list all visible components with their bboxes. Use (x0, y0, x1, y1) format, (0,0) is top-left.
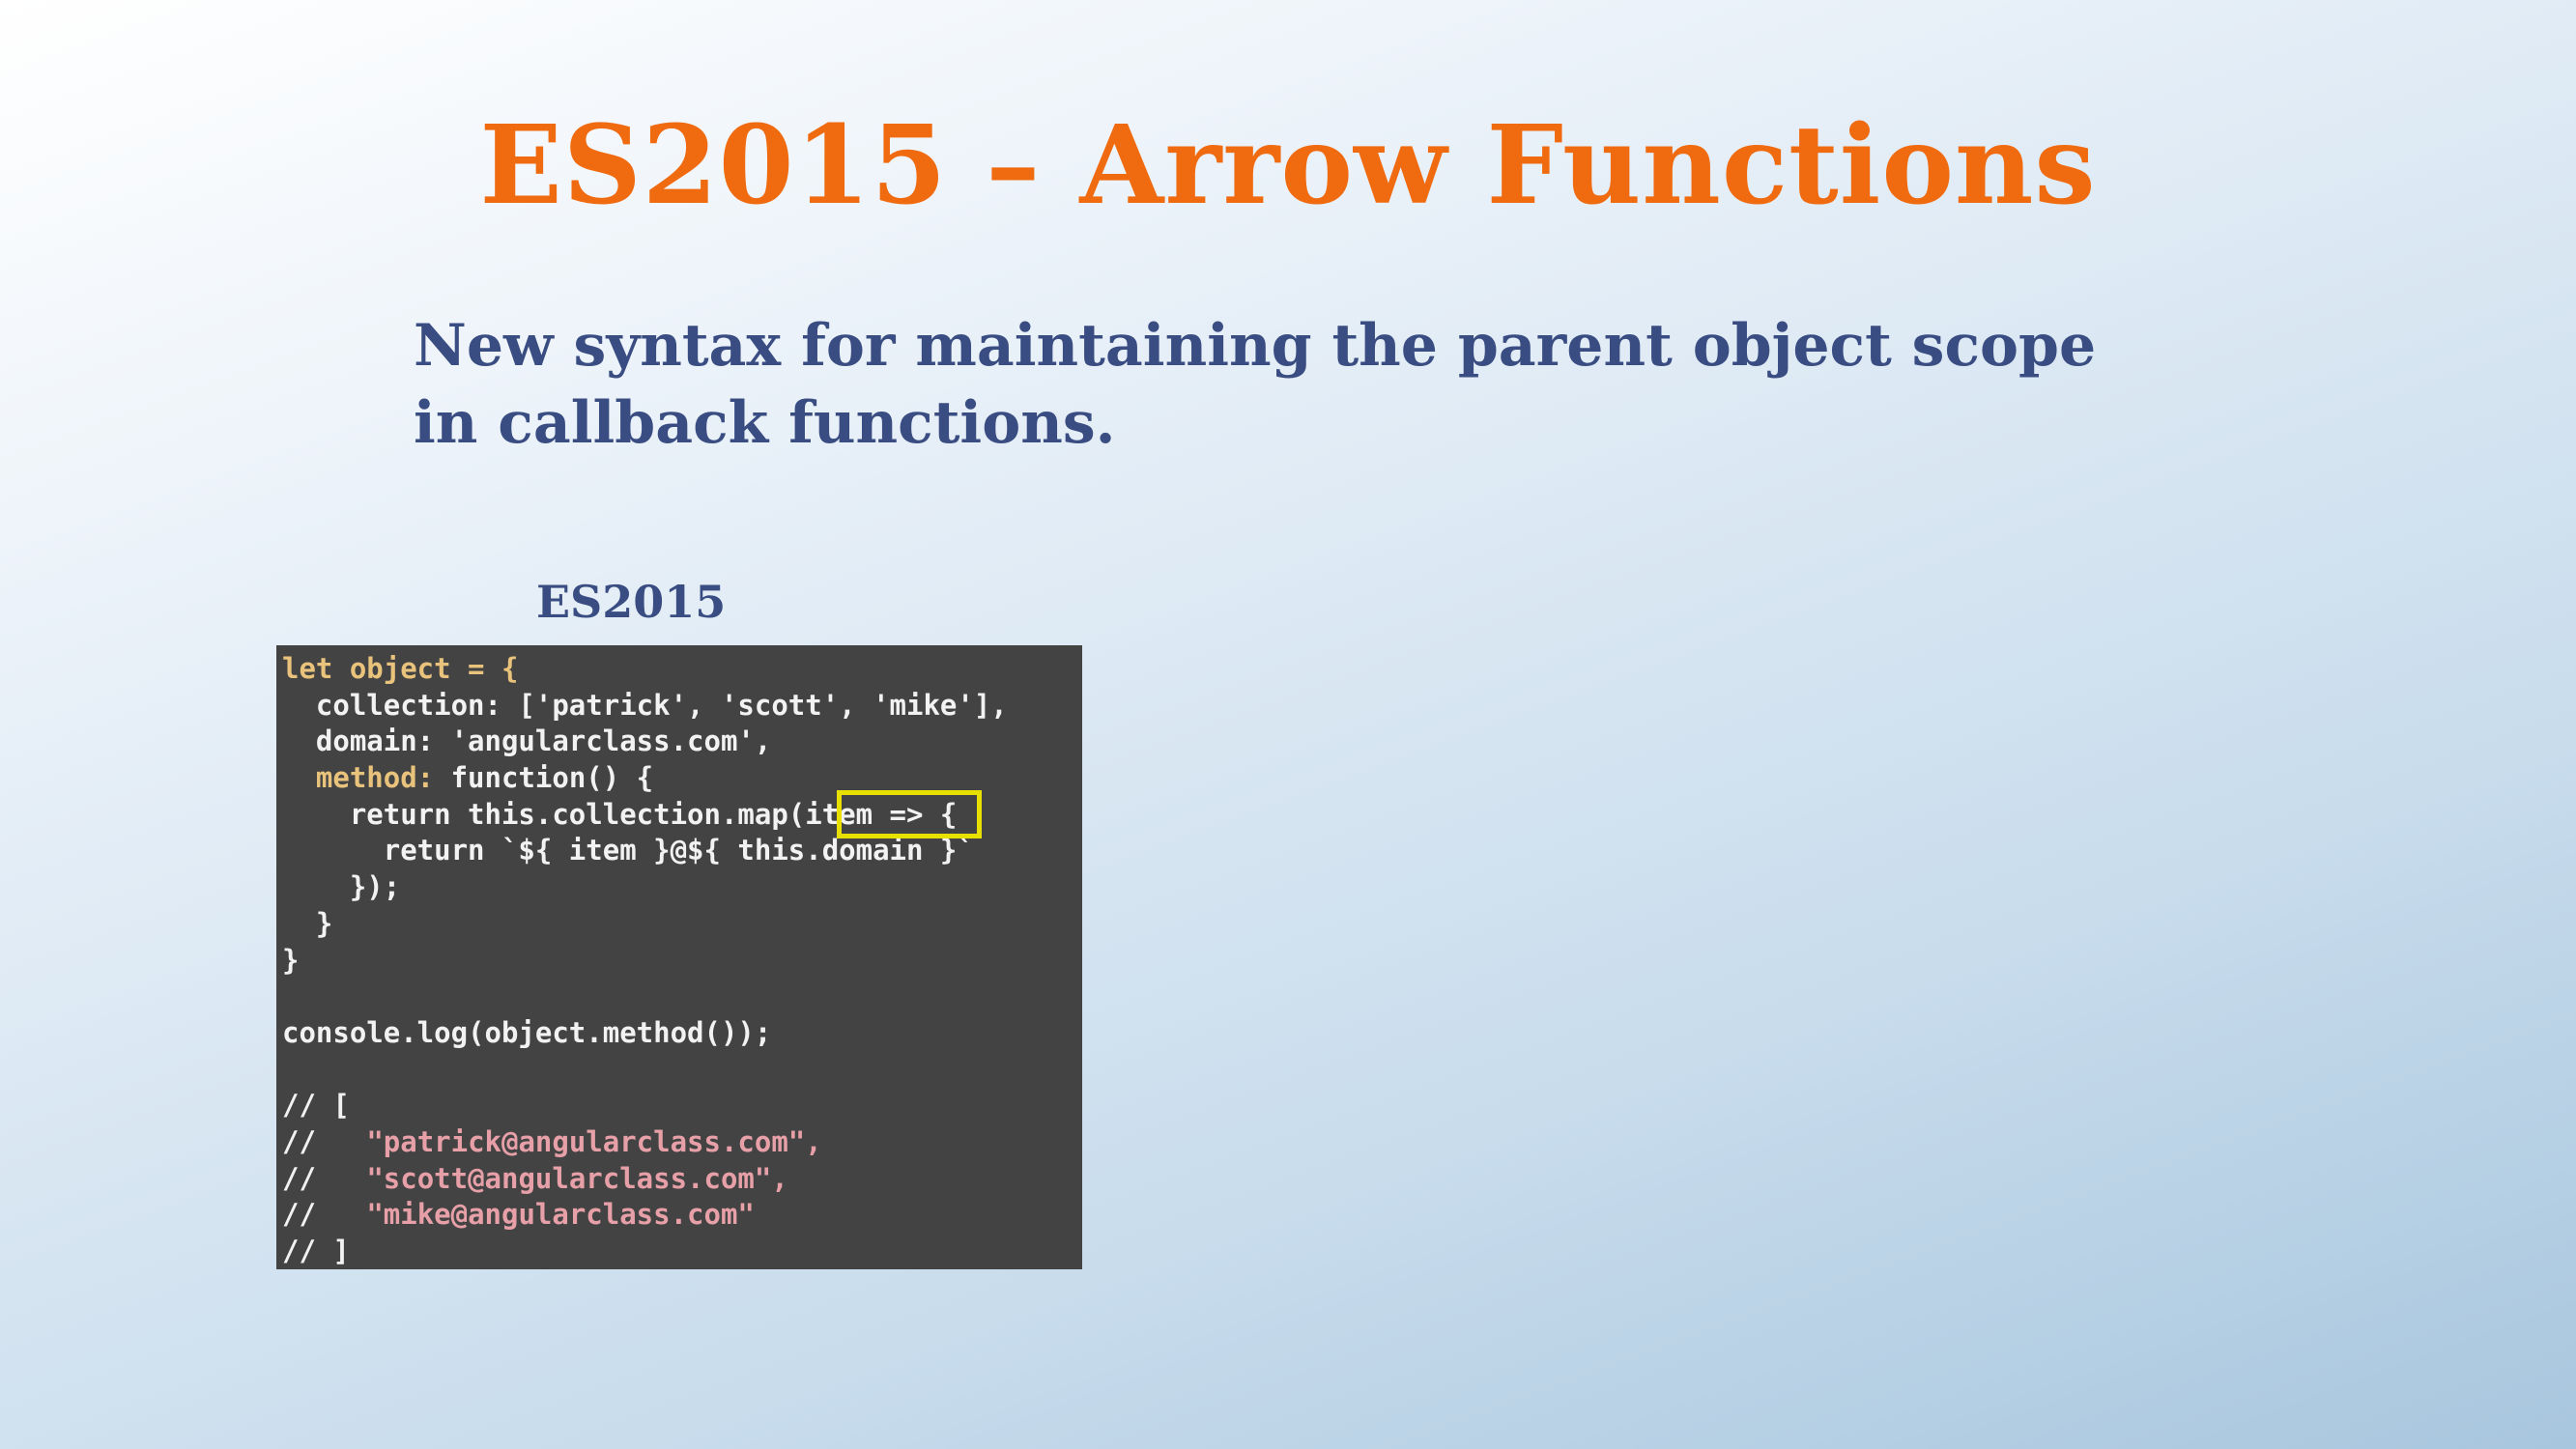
code-token: }); (282, 870, 401, 904)
code-line: domain: 'angularclass.com', (282, 724, 1008, 760)
code-line: // ] (282, 1234, 1008, 1269)
code-token: "mike@angularclass.com" (366, 1198, 755, 1232)
code-line: let object = { (282, 651, 1008, 688)
code-token: method: (315, 761, 435, 795)
code-line: } (282, 943, 1008, 980)
code-line: console.log(object.method()); (282, 1015, 1008, 1052)
code-block: let object = { collection: ['patrick', '… (282, 651, 1008, 1269)
code-token: "scott@angularclass.com", (366, 1161, 788, 1195)
code-line: // "patrick@angularclass.com", (282, 1124, 1008, 1161)
code-token: // [ (282, 1089, 350, 1122)
code-token: // ] (282, 1235, 350, 1267)
code-line: } (282, 906, 1008, 943)
code-line: // "mike@angularclass.com" (282, 1197, 1008, 1234)
code-token: domain: 'angularclass.com', (282, 724, 772, 758)
arrow-function-highlight (837, 790, 982, 838)
code-line: collection: ['patrick', 'scott', 'mike']… (282, 688, 1008, 724)
code-label: ES2015 (536, 576, 727, 628)
code-screenshot: let object = { collection: ['patrick', '… (276, 645, 1082, 1269)
code-line: }); (282, 869, 1008, 906)
code-token: } (282, 943, 300, 977)
code-line: // [ (282, 1088, 1008, 1124)
code-token: let object = { (282, 652, 519, 685)
code-line: return `${ item }@${ this.domain }` (282, 833, 1008, 869)
code-token: } (282, 906, 333, 940)
code-token: console.log(object.method()); (282, 1015, 772, 1049)
code-line: // "scott@angularclass.com", (282, 1161, 1008, 1198)
code-token: return `${ item }@${ this.domain }` (282, 834, 974, 867)
code-token: collection: ['patrick', 'scott', 'mike']… (282, 688, 1008, 722)
code-token: // (282, 1124, 367, 1158)
slide-title: ES2015 – Arrow Functions (479, 102, 2097, 229)
code-token: // (282, 1198, 367, 1232)
code-token: // (282, 1161, 367, 1195)
slide-subtitle: New syntax for maintaining the parent ob… (414, 312, 2097, 457)
code-token: function() { (434, 761, 654, 795)
code-token: "patrick@angularclass.com", (366, 1124, 822, 1158)
